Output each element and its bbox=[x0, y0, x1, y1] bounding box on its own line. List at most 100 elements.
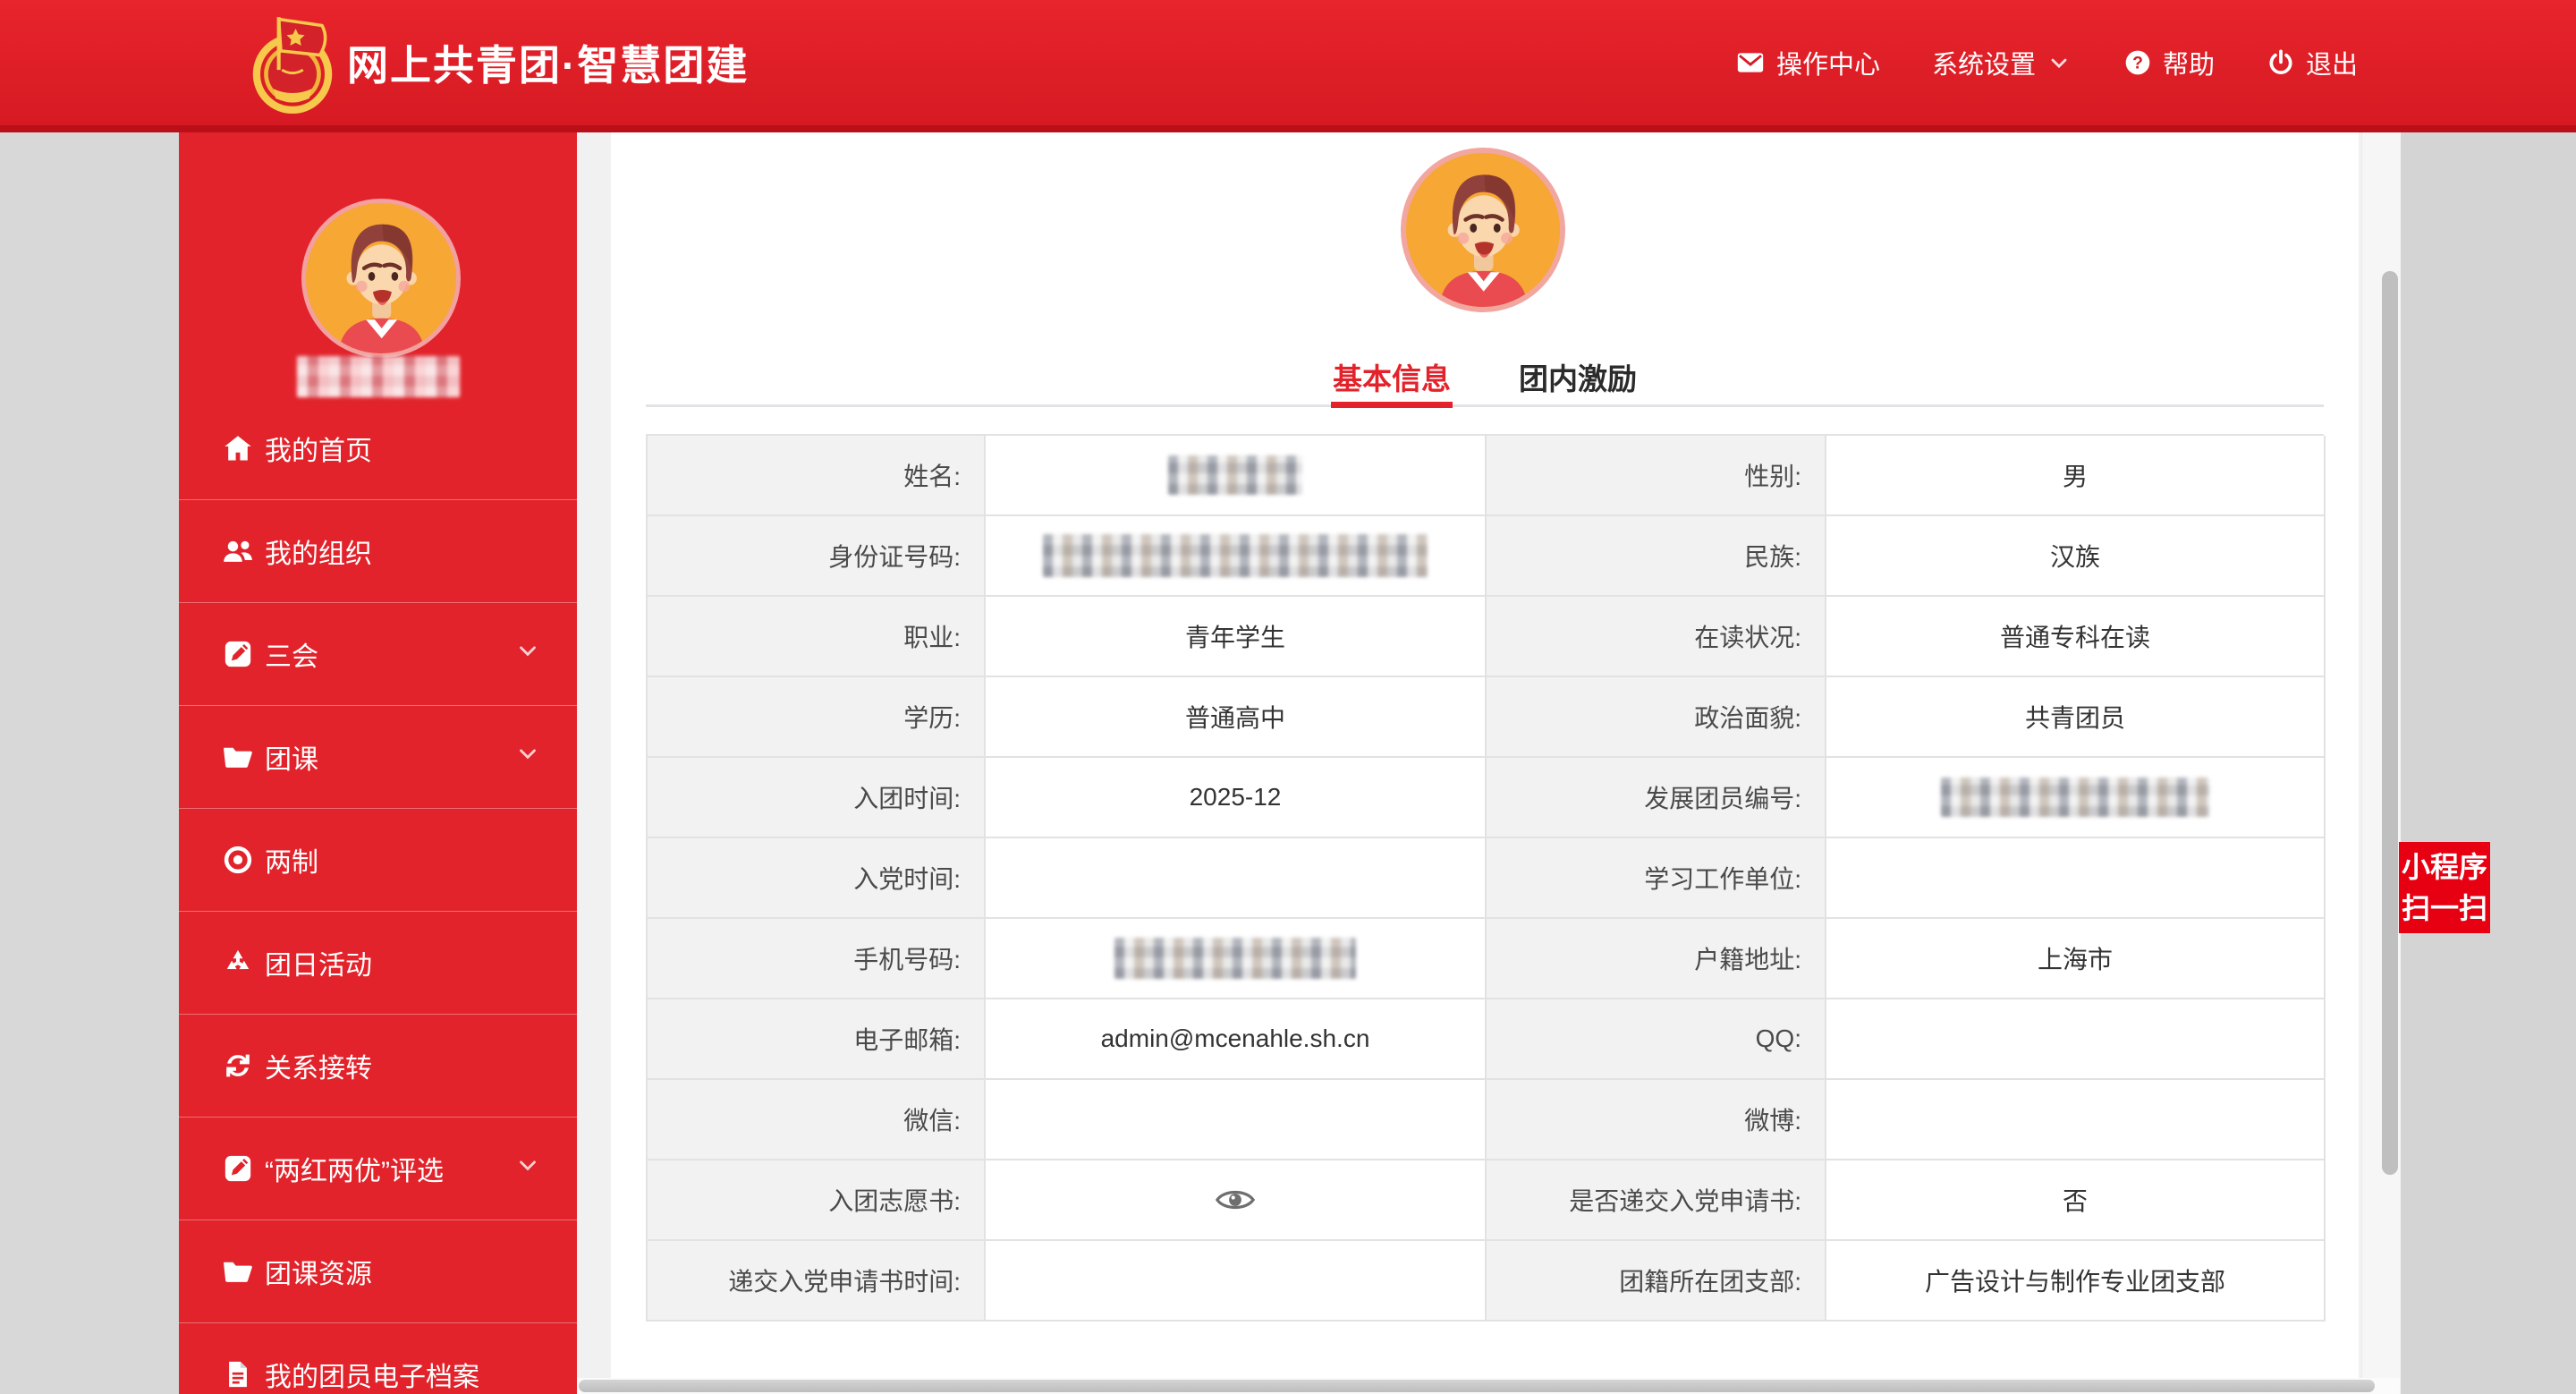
badge-line: 小程序 bbox=[2401, 851, 2487, 883]
vertical-scrollbar-thumb[interactable] bbox=[2382, 271, 2398, 1175]
svg-text:?: ? bbox=[2132, 55, 2143, 73]
field-value-wechat bbox=[986, 1080, 1487, 1160]
sidebar-item-label: 团日活动 bbox=[265, 951, 372, 981]
sidebar-item-two-red-two-excellent[interactable]: “两红两优”评选 bbox=[179, 1118, 577, 1220]
sidebar: 我的首页 我的组织 三会 团课 两制 团日活动 关系接转 “两红两优”评选 团课… bbox=[179, 132, 577, 1394]
field-label-household-address: 户籍地址: bbox=[1487, 919, 1826, 999]
sidebar-item-relationship-transfer[interactable]: 关系接转 bbox=[179, 1015, 577, 1118]
circle-dot-icon bbox=[220, 842, 256, 878]
field-label-occupation: 职业: bbox=[648, 597, 986, 677]
league-emblem-logo bbox=[240, 11, 345, 116]
field-value-email: admin@mcenahle.sh.cn bbox=[986, 999, 1487, 1080]
field-label-ethnicity: 民族: bbox=[1487, 516, 1826, 597]
field-label-league-branch: 团籍所在团支部: bbox=[1487, 1241, 1826, 1322]
sidebar-item-label: “两红两优”评选 bbox=[265, 1157, 444, 1186]
tabs-divider bbox=[646, 404, 2324, 407]
sidebar-item-electronic-archive[interactable]: 我的团员电子档案 bbox=[179, 1323, 577, 1394]
sidebar-item-label: 三会 bbox=[265, 642, 318, 672]
nav-label: 退出 bbox=[2305, 51, 2358, 80]
field-value-study-status: 普通专科在读 bbox=[1826, 597, 2326, 677]
horizontal-scrollbar-thumb[interactable] bbox=[579, 1380, 2375, 1392]
left-gutter bbox=[0, 132, 179, 1394]
field-label-id-number: 身份证号码: bbox=[648, 516, 986, 597]
chevron-down-icon bbox=[514, 637, 541, 671]
eye-icon[interactable] bbox=[1215, 1185, 1256, 1215]
tab-league-incentives[interactable]: 团内激励 bbox=[1519, 356, 1637, 403]
nav-logout[interactable]: 退出 bbox=[2267, 44, 2358, 81]
question-circle-icon: ? bbox=[2123, 48, 2152, 77]
folder-open-icon bbox=[220, 1254, 256, 1289]
pencil-square-icon bbox=[220, 636, 256, 672]
field-value-ethnicity: 汉族 bbox=[1826, 516, 2326, 597]
profile-tabs: 基本信息 团内激励 bbox=[611, 356, 2359, 408]
redacted-value-blur bbox=[1114, 938, 1356, 979]
app-header: 网上共青团·智慧团建 操作中心 系统设置 ? 帮助 退出 bbox=[0, 0, 2576, 132]
field-label-party-application-date: 递交入党申请书时间: bbox=[648, 1241, 986, 1322]
sidebar-item-label: 两制 bbox=[265, 848, 318, 878]
field-label-phone: 手机号码: bbox=[648, 919, 986, 999]
field-value-party-application-date bbox=[986, 1241, 1487, 1322]
app-title: 网上共青团·智慧团建 bbox=[347, 42, 750, 89]
field-value-join-league-date: 2025-12 bbox=[986, 758, 1487, 838]
field-value-name bbox=[986, 436, 1487, 516]
recycle-icon bbox=[220, 945, 256, 981]
field-label-gender: 性别: bbox=[1487, 436, 1826, 516]
field-value-league-application bbox=[986, 1160, 1487, 1241]
power-icon bbox=[2267, 48, 2295, 77]
field-value-league-branch: 广告设计与制作专业团支部 bbox=[1826, 1241, 2326, 1322]
horizontal-scrollbar-track[interactable] bbox=[577, 1378, 2400, 1394]
exchange-icon bbox=[220, 1048, 256, 1084]
field-value-gender: 男 bbox=[1826, 436, 2326, 516]
redacted-value-blur bbox=[1043, 534, 1428, 577]
sidebar-item-label: 团课资源 bbox=[265, 1260, 372, 1289]
field-value-education: 普通高中 bbox=[986, 677, 1487, 758]
field-value-id-number bbox=[986, 516, 1487, 597]
field-value-party-application-submitted: 否 bbox=[1826, 1160, 2326, 1241]
folder-open-icon bbox=[220, 739, 256, 775]
field-label-study-status: 在读状况: bbox=[1487, 597, 1826, 677]
sidebar-item-league-class-resources[interactable]: 团课资源 bbox=[179, 1220, 577, 1323]
sidebar-menu: 我的首页 我的组织 三会 团课 两制 团日活动 关系接转 “两红两优”评选 团课… bbox=[179, 397, 577, 1394]
sidebar-item-home[interactable]: 我的首页 bbox=[179, 397, 577, 500]
field-label-political-status: 政治面貌: bbox=[1487, 677, 1826, 758]
field-label-email: 电子邮箱: bbox=[648, 999, 986, 1080]
field-value-political-status: 共青团员 bbox=[1826, 677, 2326, 758]
sidebar-item-league-day-activities[interactable]: 团日活动 bbox=[179, 912, 577, 1015]
chevron-down-icon bbox=[514, 1152, 541, 1186]
field-label-work-unit: 学习工作单位: bbox=[1487, 838, 1826, 919]
field-label-education: 学历: bbox=[648, 677, 986, 758]
nav-operation-center[interactable]: 操作中心 bbox=[1735, 44, 1880, 81]
field-label-member-number: 发展团员编号: bbox=[1487, 758, 1826, 838]
nav-help[interactable]: ? 帮助 bbox=[2123, 44, 2215, 81]
sidebar-item-two-systems[interactable]: 两制 bbox=[179, 809, 577, 912]
member-info-table: 姓名: 性别: 男 身份证号码: 民族: 汉族 职业: 青年学生 在读状况: 普… bbox=[646, 434, 2326, 1322]
field-value-work-unit bbox=[1826, 838, 2326, 919]
envelope-icon bbox=[1735, 47, 1766, 78]
file-icon bbox=[220, 1356, 256, 1392]
nav-label: 操作中心 bbox=[1775, 51, 1880, 80]
redacted-value-blur bbox=[1941, 778, 2209, 817]
redacted-value-blur bbox=[1168, 455, 1302, 495]
sidebar-user-avatar bbox=[301, 199, 461, 358]
home-icon bbox=[220, 430, 256, 466]
profile-card: 基本信息 团内激励 姓名: 性别: 男 身份证号码: 民族: 汉族 职业: 青年… bbox=[611, 132, 2359, 1394]
chevron-down-icon bbox=[514, 740, 541, 774]
nav-label: 系统设置 bbox=[1931, 51, 2036, 80]
redacted-name-blur bbox=[297, 356, 460, 397]
sidebar-item-label: 团课 bbox=[265, 745, 318, 775]
sidebar-item-label: 我的组织 bbox=[265, 540, 372, 569]
nav-system-settings[interactable]: 系统设置 bbox=[1932, 44, 2072, 81]
profile-avatar bbox=[1401, 148, 1565, 312]
tab-basic-info[interactable]: 基本信息 bbox=[1331, 356, 1453, 408]
mini-program-scan-badge[interactable]: 小程序 扫一扫 bbox=[2399, 842, 2490, 933]
field-label-qq: QQ: bbox=[1487, 999, 1826, 1080]
field-value-occupation: 青年学生 bbox=[986, 597, 1487, 677]
field-value-phone bbox=[986, 919, 1487, 999]
vertical-scrollbar-track[interactable] bbox=[2361, 132, 2401, 1394]
sidebar-item-league-class[interactable]: 团课 bbox=[179, 706, 577, 809]
sidebar-item-organization[interactable]: 我的组织 bbox=[179, 500, 577, 603]
field-label-join-party-date: 入党时间: bbox=[648, 838, 986, 919]
field-label-wechat: 微信: bbox=[648, 1080, 986, 1160]
sidebar-item-three-meetings[interactable]: 三会 bbox=[179, 603, 577, 706]
field-value-join-party-date bbox=[986, 838, 1487, 919]
